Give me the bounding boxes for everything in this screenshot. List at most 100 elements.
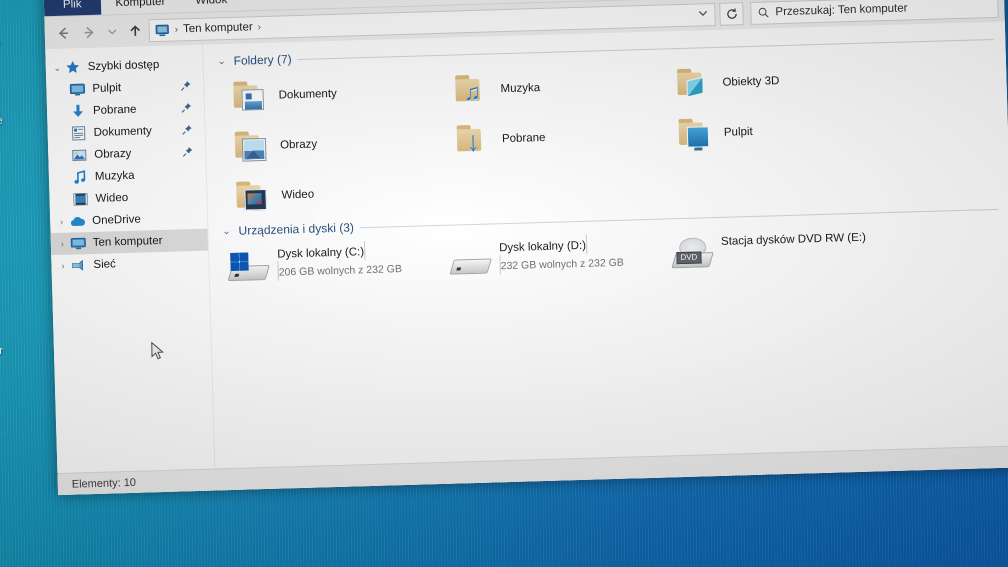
item-count-label: Elementy: 10 [71, 476, 137, 491]
desktop-icon-5[interactable]: ↗ komputer [0, 296, 23, 358]
up-arrow-icon[interactable] [122, 18, 147, 43]
sidebar-item-label: Sieć [93, 258, 117, 271]
folder-tile[interactable]: Obrazy [213, 116, 436, 172]
window-body: ⌄ Szybki dostęp Pulpit Pobrane Dokumenty Obra… [45, 21, 1008, 496]
folder-tile[interactable]: Pulpit [657, 103, 880, 159]
drive-name: Dysk lokalny (C:) [277, 246, 365, 261]
chevron-right-icon[interactable]: › [55, 261, 70, 271]
this-pc-icon [155, 22, 170, 37]
desktop-icon-label: dkurzacz [0, 189, 21, 202]
drive-tile[interactable]: Dysk lokalny (D:) 232 GB wolnych z 232 G… [439, 230, 662, 282]
sidebar-item-label: Szybki dostęp [87, 58, 160, 74]
drive-tile[interactable]: DVD Stacja dysków DVD RW (E:) [661, 223, 884, 275]
ribbon-tab-widok[interactable]: Widok [180, 0, 243, 12]
chevron-down-icon[interactable]: ⌄ [215, 56, 227, 67]
desktop-icon-label: komputer [0, 344, 3, 358]
sidebar-item-label: Pulpit [92, 82, 122, 95]
recent-locations-chevron-icon[interactable] [102, 19, 121, 44]
sidebar-item-label: Pobrane [92, 103, 137, 117]
music-icon [72, 169, 89, 185]
sidebar-item-label: Wideo [95, 191, 129, 205]
desktop-icon-label: osoft Edge [0, 114, 3, 128]
folder-documents-icon [232, 77, 271, 116]
sidebar-item-label: Obrazy [94, 147, 132, 161]
drive-capacity-label: 206 GB wolnych z 232 GB [278, 263, 403, 279]
pin-icon[interactable] [181, 102, 192, 113]
this-pc-icon [70, 235, 87, 251]
breadcrumb-separator: › [174, 23, 179, 36]
breadcrumb-item-this-pc[interactable]: Ten komputer [183, 21, 253, 35]
back-arrow-icon[interactable] [50, 20, 75, 45]
file-explorer-window[interactable]: Ten komputer Plik Komputer Widok [42, 0, 1008, 496]
chevron-down-icon[interactable]: ⌄ [220, 225, 232, 236]
address-dropdown-chevron-icon[interactable] [692, 7, 712, 22]
folder-name: Dokumenty [278, 87, 337, 102]
chevron-right-icon[interactable]: › [55, 239, 70, 249]
group-title: Foldery (7) [233, 52, 292, 68]
downloads-icon [70, 103, 87, 119]
folder-tile[interactable]: Dokumenty [212, 66, 435, 122]
folder-name: Obiekty 3D [722, 75, 780, 89]
folder-tile[interactable]: Wideo [215, 166, 438, 222]
drive-capacity-label: 232 GB wolnych z 232 GB [500, 256, 624, 273]
pin-icon[interactable] [180, 80, 191, 91]
folder-name: Pulpit [723, 125, 753, 139]
onedrive-cloud-icon [69, 213, 86, 229]
chevron-right-icon[interactable]: › [54, 217, 69, 227]
pin-icon[interactable] [181, 124, 192, 135]
folder-3d-objects-icon [676, 64, 715, 103]
folder-downloads-icon [455, 120, 494, 159]
drive-name: Dysk lokalny (D:) [498, 239, 587, 255]
desktop-icon-3[interactable]: ↗dkurzacz [0, 140, 21, 202]
folder-tile[interactable]: Pobrane [435, 110, 658, 166]
windows-desktop[interactable]: ↗le Chrome ↗osoft Edge ↗dkurzacz ↗morti … [0, 0, 1008, 567]
forward-arrow-icon[interactable] [76, 20, 101, 45]
sidebar-item-label: OneDrive [92, 213, 141, 227]
ribbon-tab-label: Widok [195, 0, 227, 6]
desktop-icon-2[interactable]: ↗osoft Edge [0, 66, 19, 128]
folder-name: Muzyka [500, 82, 541, 96]
pictures-icon [71, 147, 88, 163]
documents-icon [70, 125, 87, 141]
sidebar-item-label: Dokumenty [93, 125, 152, 139]
group-title: Urządzenia i dyski (3) [238, 220, 355, 238]
pin-icon[interactable] [182, 146, 193, 157]
folders-tile-grid: Dokumenty Muzyka Obiekty 3D [212, 50, 1008, 223]
navigation-pane[interactable]: ⌄ Szybki dostęp Pulpit Pobrane Dokumenty Obra… [45, 44, 217, 496]
sidebar-item-label: Ten komputer [92, 234, 163, 249]
folder-name: Pobrane [501, 131, 546, 146]
folder-tile[interactable]: Muzyka [434, 60, 657, 116]
laptop-icon: ↗ [0, 296, 2, 341]
ribbon-tab-komputer[interactable]: Komputer [100, 0, 180, 15]
content-pane[interactable]: ⌄ Foldery (7) Dokumenty Muzyka [203, 21, 1008, 491]
folder-pictures-icon [234, 127, 273, 166]
videos-icon [72, 191, 89, 207]
folder-tile[interactable]: Obiekty 3D [656, 53, 879, 109]
desktop-icon-label: le Chrome [0, 37, 18, 50]
folder-music-icon [454, 70, 493, 109]
quick-access-star-icon [65, 59, 82, 75]
chevron-down-icon[interactable]: ⌄ [50, 62, 65, 73]
hard-drive-windows-icon [227, 250, 270, 285]
ribbon-tab-label: Komputer [115, 0, 166, 9]
monitor-photo: ↗le Chrome ↗osoft Edge ↗dkurzacz ↗morti … [0, 0, 1008, 567]
breadcrumb-separator-trailing[interactable]: › [258, 22, 262, 33]
ribbon-tab-plik[interactable]: Plik [43, 0, 101, 17]
folder-name: Wideo [281, 188, 315, 202]
dvd-drive-icon: DVD [671, 237, 714, 272]
desktop-icon-4[interactable]: ↗morti [0, 218, 22, 280]
folder-videos-icon [235, 177, 274, 216]
search-icon [757, 6, 769, 18]
desktop-icon-1[interactable]: ↗le Chrome [0, 0, 18, 50]
mouse-cursor [151, 341, 165, 361]
sidebar-item-sie[interactable]: › Sieć [51, 251, 209, 278]
desktop-icon [69, 81, 86, 97]
drive-tile[interactable]: Dysk lokalny (C:) 206 GB wolnych z 232 G… [217, 236, 440, 288]
folder-name: Obrazy [279, 138, 318, 152]
breadcrumb[interactable]: › Ten komputer › [155, 20, 262, 38]
ribbon-tab-label: Plik [62, 0, 82, 11]
search-input[interactable]: Przeszukaj: Ten komputer [750, 0, 999, 25]
refresh-icon[interactable] [719, 1, 744, 26]
hard-drive-icon [449, 244, 492, 279]
search-placeholder: Przeszukaj: Ten komputer [775, 2, 908, 19]
